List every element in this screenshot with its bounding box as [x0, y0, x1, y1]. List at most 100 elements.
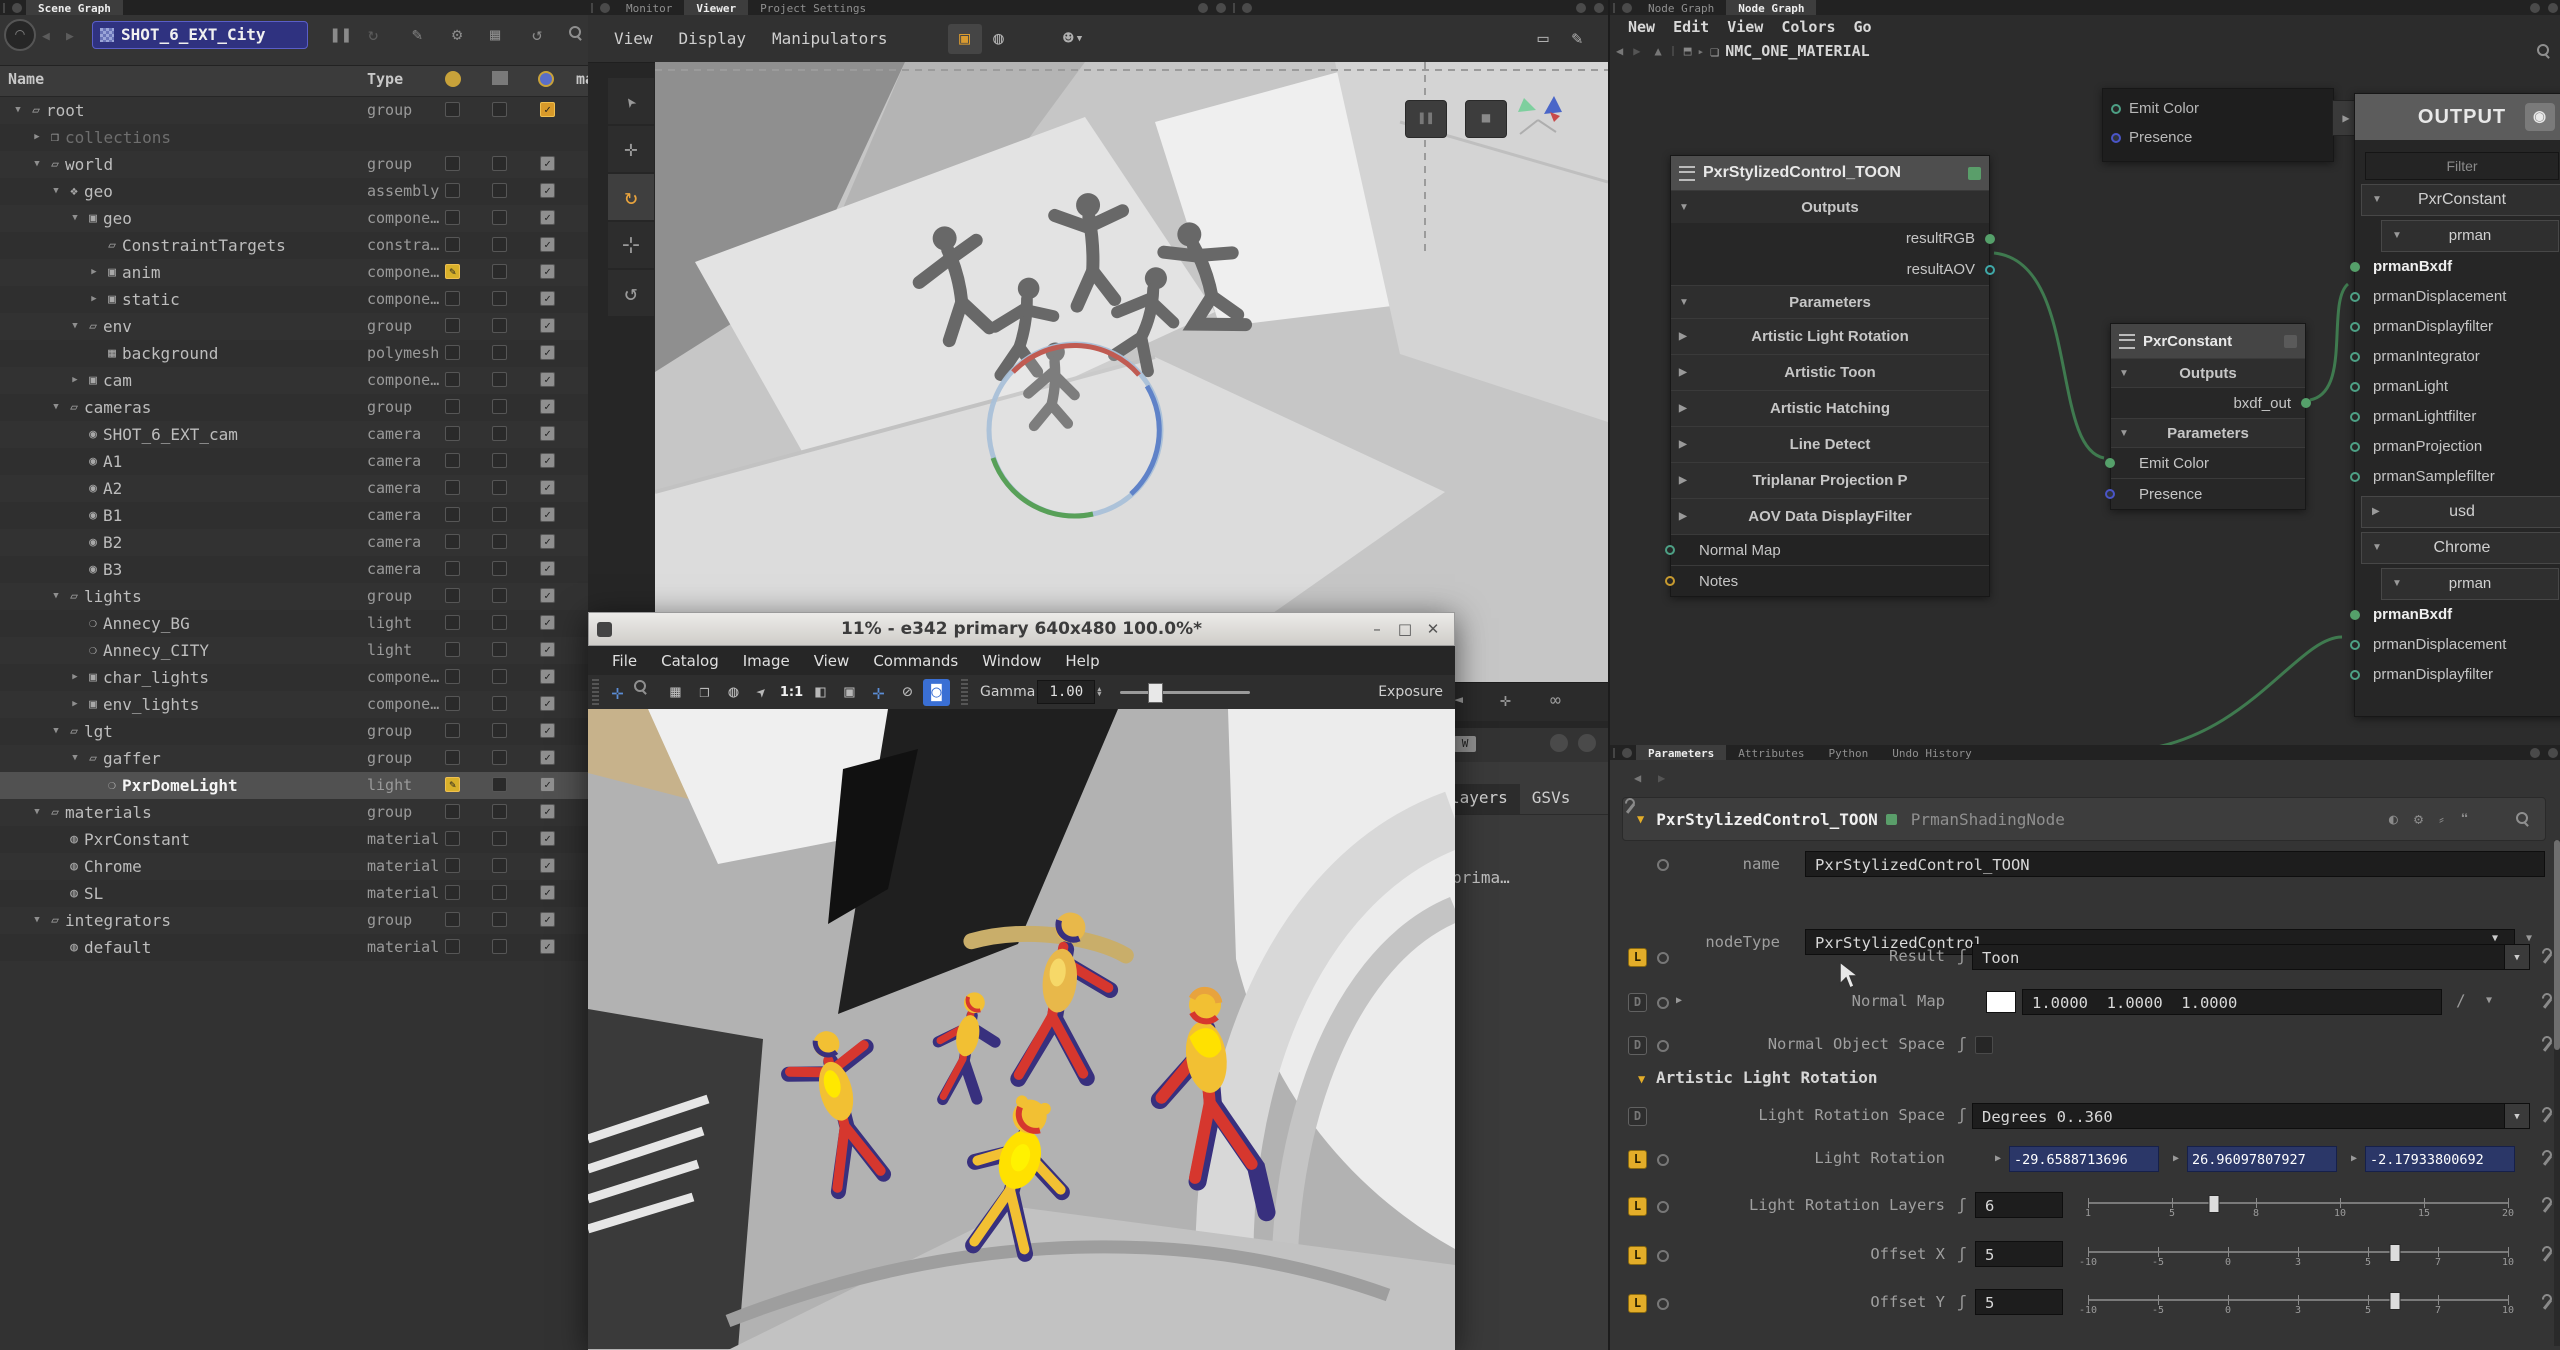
- zoom-icon[interactable]: [633, 679, 660, 706]
- panel-menu-icon[interactable]: [1242, 3, 1252, 13]
- open-port-icon[interactable]: [2105, 489, 2115, 499]
- node-output[interactable]: OUTPUT ◉ Filter PxrConstant▼prman▼prmanB…: [2354, 93, 2560, 717]
- expander-icon[interactable]: ▼: [29, 151, 45, 178]
- working-node-button[interactable]: SHOT_6_EXT_City: [92, 21, 308, 49]
- comment-icon[interactable]: ❝: [2460, 810, 2469, 828]
- state-dot-icon[interactable]: [1657, 1250, 1669, 1262]
- output-group-usd[interactable]: usd▶: [2361, 496, 2560, 528]
- render-checkbox[interactable]: [492, 318, 507, 333]
- visibility-checkbox[interactable]: [445, 669, 460, 684]
- caret-down-icon[interactable]: ▼: [2504, 945, 2529, 969]
- live-render-checkbox[interactable]: ✓: [540, 696, 555, 711]
- expander-icon[interactable]: ▼: [2119, 368, 2129, 379]
- menu-item-catalog[interactable]: Catalog: [661, 652, 719, 670]
- scene-graph-row[interactable]: ◉B2camera✓: [0, 529, 588, 556]
- copy-image-icon[interactable]: ❐: [691, 679, 718, 706]
- live-render-checkbox[interactable]: ✓: [540, 939, 555, 954]
- snapshot-icon[interactable]: ✎: [1560, 24, 1594, 54]
- panel-close-icon[interactable]: [1216, 3, 1226, 13]
- refresh-icon[interactable]: ↻: [368, 25, 378, 45]
- param-dropdown[interactable]: Degrees 0..360▼: [1972, 1103, 2530, 1129]
- live-render-checkbox[interactable]: ✓: [540, 318, 555, 333]
- slider-value-field[interactable]: 6: [1975, 1192, 2063, 1218]
- parameters-section[interactable]: ▼Parameters: [2111, 418, 2305, 447]
- scene-graph-row[interactable]: ▶▣env_lightscompone…✓: [0, 691, 588, 718]
- expression-icon[interactable]: ʃ: [1957, 1292, 1967, 1311]
- compare-icon[interactable]: ◧: [807, 679, 834, 706]
- expander-icon[interactable]: ▼: [67, 205, 83, 232]
- scene-graph-row[interactable]: ❍Annecy_CITYlight✓: [0, 637, 588, 664]
- outputs-section[interactable]: ▼Outputs: [1671, 190, 1989, 223]
- tab-params-undo-history[interactable]: Undo History: [1880, 745, 1983, 760]
- tool-scale-button[interactable]: ⊹: [608, 222, 654, 268]
- badge-local-icon[interactable]: L: [1628, 948, 1647, 967]
- chevron-right-icon[interactable]: ▶: [1995, 1153, 2001, 1164]
- expander-icon[interactable]: ▶: [86, 286, 102, 313]
- slider-handle[interactable]: [2389, 1292, 2400, 1310]
- live-render-checkbox[interactable]: ✓: [540, 642, 555, 657]
- live-render-checkbox[interactable]: ✓: [540, 264, 555, 279]
- param-slider[interactable]: 158101520: [2088, 1191, 2508, 1221]
- wrench-icon[interactable]: [2540, 993, 2554, 1010]
- badge-default-icon[interactable]: D: [1628, 1107, 1647, 1126]
- vector-value-field[interactable]: -29.6588713696: [2009, 1146, 2159, 1172]
- viewport[interactable]: ❚❚ ■: [655, 62, 1608, 682]
- scene-graph-row[interactable]: ▼❖geoassembly✓: [0, 178, 588, 205]
- visibility-checkbox[interactable]: [445, 750, 460, 765]
- badge-default-icon[interactable]: D: [1628, 1036, 1647, 1055]
- visibility-checkbox[interactable]: [445, 237, 460, 252]
- connected-port-icon[interactable]: [2105, 458, 2115, 468]
- connected-port-icon[interactable]: [1985, 234, 1995, 244]
- render-checkbox[interactable]: [492, 615, 507, 630]
- expression-icon[interactable]: ʃ: [1957, 1034, 1967, 1053]
- tab-viewer-project-settings[interactable]: Project Settings: [748, 0, 878, 15]
- render-checkbox[interactable]: [492, 264, 507, 279]
- scene-graph-row[interactable]: ◉B3camera✓: [0, 556, 588, 583]
- live-render-checkbox[interactable]: ✓: [540, 723, 555, 738]
- open-port-icon[interactable]: [1985, 265, 1995, 275]
- chevron-right-icon[interactable]: ▶: [2173, 1153, 2179, 1164]
- wrench-icon[interactable]: [2485, 811, 2499, 828]
- visibility-checkbox[interactable]: [445, 831, 460, 846]
- param-section-line-detect[interactable]: ▶Line Detect: [1671, 426, 1989, 462]
- scene-graph-row[interactable]: ▼▱envgroup✓: [0, 313, 588, 340]
- visibility-checkbox[interactable]: [445, 615, 460, 630]
- scene-graph-row[interactable]: ▶▣staticcompone…✓: [0, 286, 588, 313]
- menu-item-help[interactable]: Help: [1065, 652, 1099, 670]
- render-checkbox[interactable]: [492, 804, 507, 819]
- open-port-icon[interactable]: [2350, 640, 2360, 650]
- output-port-row[interactable]: prmanDisplacement: [2355, 630, 2560, 660]
- live-render-checkbox[interactable]: ✓: [540, 480, 555, 495]
- forward-icon[interactable]: ▶: [66, 29, 74, 44]
- scrollbar[interactable]: [2554, 840, 2560, 1346]
- live-render-checkbox[interactable]: ✓: [540, 561, 555, 576]
- badge-local-icon[interactable]: L: [1628, 1197, 1647, 1216]
- expander-icon[interactable]: ▼: [2372, 533, 2382, 563]
- sliders-icon[interactable]: ⸗: [2439, 810, 2444, 829]
- layer-badge[interactable]: W: [1454, 736, 1476, 752]
- param-dropdown[interactable]: Toon▼: [1972, 944, 2530, 970]
- live-render-checkbox[interactable]: ✓: [540, 912, 555, 927]
- menu-item-manipulators[interactable]: Manipulators: [772, 29, 888, 48]
- connected-port-icon[interactable]: [2350, 610, 2360, 620]
- clapper-icon[interactable]: ▦: [490, 25, 500, 45]
- gamma-value[interactable]: 1.00: [1037, 680, 1095, 704]
- live-render-checkbox[interactable]: ✓: [540, 777, 555, 792]
- scene-graph-row[interactable]: ▶❒collections: [0, 124, 588, 151]
- open-port-icon[interactable]: [1665, 576, 1675, 586]
- stereo-glasses-icon[interactable]: ∞: [1550, 690, 1561, 711]
- expander-icon[interactable]: ▼: [48, 718, 64, 745]
- gamma-spinner[interactable]: ▲▼: [1097, 687, 1101, 697]
- panel-float-icon[interactable]: [1198, 3, 1208, 13]
- param-group-artistic-light-rotation[interactable]: ▼Artistic Light Rotation: [1610, 1065, 2560, 1095]
- input-port-row[interactable]: Emit Color: [2111, 447, 2305, 478]
- web-view-icon[interactable]: ◍: [720, 679, 747, 706]
- expander-icon[interactable]: ▶: [67, 664, 83, 691]
- panel-settings-icon[interactable]: [1550, 734, 1568, 752]
- visibility-checkbox[interactable]: [445, 588, 460, 603]
- name-input[interactable]: PxrStylizedControl_TOON: [1805, 851, 2545, 877]
- back-icon[interactable]: ◀: [1634, 771, 1641, 785]
- state-dot-icon[interactable]: [1657, 952, 1669, 964]
- render-checkbox[interactable]: [492, 102, 507, 117]
- output-subgroup-prman[interactable]: prman▼: [2381, 568, 2559, 600]
